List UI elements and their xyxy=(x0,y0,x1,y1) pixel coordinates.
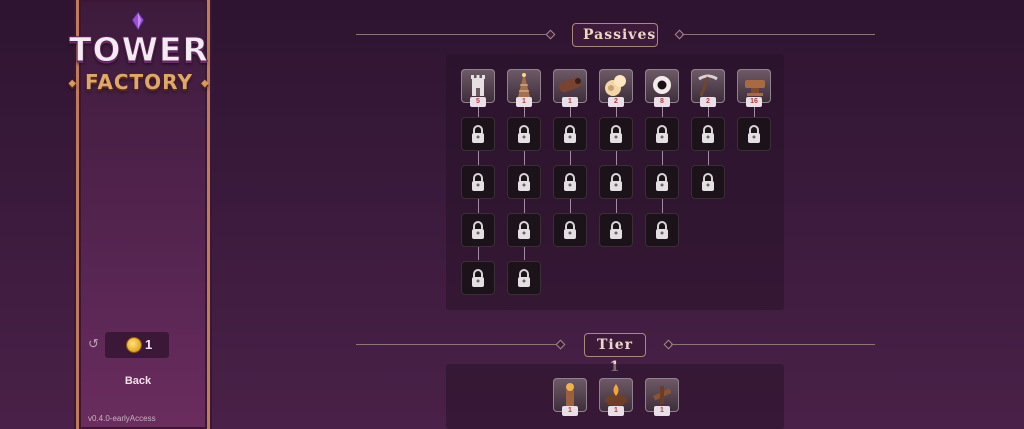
passive-locked-slot[interactable] xyxy=(461,165,495,199)
lock-icon xyxy=(560,124,580,144)
tier1-torch-tower[interactable]: 1 xyxy=(553,378,587,416)
section-title-passives: Passives xyxy=(572,23,658,47)
refresh-icon[interactable]: ↺ xyxy=(88,337,102,351)
tier1-fire-mound[interactable]: 1 xyxy=(599,378,633,416)
header-rule-left xyxy=(356,344,560,345)
logo-factory-text: FACTORY xyxy=(85,70,193,94)
passive-explosion[interactable]: 2 xyxy=(599,69,633,107)
header-rule-left xyxy=(356,34,550,35)
spire-tower-icon xyxy=(518,73,530,97)
passive-spire[interactable]: 1 xyxy=(507,69,541,107)
coin-value: 1 xyxy=(145,337,153,352)
passive-locked-slot[interactable] xyxy=(737,117,771,151)
passive-locked-slot[interactable] xyxy=(507,165,541,199)
eye-icon xyxy=(653,76,671,94)
passive-level: 1 xyxy=(516,97,532,107)
passive-locked-slot[interactable] xyxy=(645,165,679,199)
explosion-icon xyxy=(605,75,626,96)
passive-locked-slot[interactable] xyxy=(507,117,541,151)
tier1-level: 1 xyxy=(654,406,670,416)
lock-icon xyxy=(698,124,718,144)
gem-icon xyxy=(131,12,145,30)
passive-level: 5 xyxy=(470,97,486,107)
header-rule-ornament xyxy=(545,29,556,40)
passive-locked-slot[interactable] xyxy=(553,117,587,151)
passive-locked-slot[interactable] xyxy=(461,117,495,151)
lock-icon xyxy=(468,124,488,144)
passive-anvil[interactable]: 16 xyxy=(737,69,771,107)
passive-level: 2 xyxy=(608,97,624,107)
cannon-log-icon xyxy=(559,77,581,93)
passive-level: 16 xyxy=(746,97,762,107)
tower-icon xyxy=(471,75,485,96)
torch-tower-icon xyxy=(566,383,574,406)
passive-locked-slot[interactable] xyxy=(599,117,633,151)
passive-level: 2 xyxy=(700,97,716,107)
passive-pickaxe[interactable]: 2 xyxy=(691,69,725,107)
passive-locked-slot[interactable] xyxy=(599,165,633,199)
passive-tower[interactable]: 5 xyxy=(461,69,495,107)
logo-title-line2: ◆ FACTORY ◆ xyxy=(68,70,210,94)
anvil-icon xyxy=(745,80,765,96)
passive-locked-slot[interactable] xyxy=(691,165,725,199)
lock-icon xyxy=(652,124,672,144)
passive-locked-slot[interactable] xyxy=(691,117,725,151)
lock-icon xyxy=(652,172,672,192)
passive-locked-slot[interactable] xyxy=(645,117,679,151)
passive-locked-slot[interactable] xyxy=(461,213,495,247)
lock-icon xyxy=(514,124,534,144)
tier1-level: 1 xyxy=(562,406,578,416)
lock-icon xyxy=(744,124,764,144)
back-button[interactable]: Back xyxy=(110,372,166,390)
logo-title-line1: TOWER xyxy=(69,30,209,70)
lock-icon xyxy=(560,172,580,192)
coin-box: 1 xyxy=(105,332,169,358)
lock-icon xyxy=(606,124,626,144)
lock-icon xyxy=(606,172,626,192)
tier1-crossbow[interactable]: 1 xyxy=(645,378,679,416)
passive-level: 1 xyxy=(562,97,578,107)
game-logo: TOWER ◆ FACTORY ◆ xyxy=(62,10,216,94)
passive-locked-slot[interactable] xyxy=(507,213,541,247)
lock-icon xyxy=(698,172,718,192)
header-rule-right xyxy=(671,344,875,345)
lock-icon xyxy=(560,220,580,240)
passive-locked-slot[interactable] xyxy=(553,165,587,199)
passive-level: 8 xyxy=(654,97,670,107)
lock-icon xyxy=(652,220,672,240)
coin-icon xyxy=(127,338,141,352)
passive-locked-slot[interactable] xyxy=(507,261,541,295)
header-rule-right xyxy=(682,34,875,35)
passive-locked-slot[interactable] xyxy=(461,261,495,295)
passive-locked-slot[interactable] xyxy=(599,213,633,247)
version-label: v0.4.0-earlyAccess xyxy=(88,414,156,423)
passive-eye[interactable]: 8 xyxy=(645,69,679,107)
lock-icon xyxy=(514,172,534,192)
lock-icon xyxy=(514,220,534,240)
crossbow-icon xyxy=(652,386,672,404)
lock-icon xyxy=(468,268,488,288)
lock-icon xyxy=(606,220,626,240)
tier1-level: 1 xyxy=(608,406,624,416)
section-title-tier1: Tier 1 xyxy=(584,333,646,375)
lock-icon xyxy=(468,220,488,240)
coin-counter: ↺ 1 xyxy=(88,332,172,358)
fire-mound-icon xyxy=(605,384,627,406)
lock-icon xyxy=(468,172,488,192)
passive-locked-slot[interactable] xyxy=(645,213,679,247)
header-rule-ornament xyxy=(555,339,566,350)
passive-locked-slot[interactable] xyxy=(553,213,587,247)
lock-icon xyxy=(514,268,534,288)
pickaxe-icon xyxy=(698,74,718,97)
passive-cannon[interactable]: 1 xyxy=(553,69,587,107)
